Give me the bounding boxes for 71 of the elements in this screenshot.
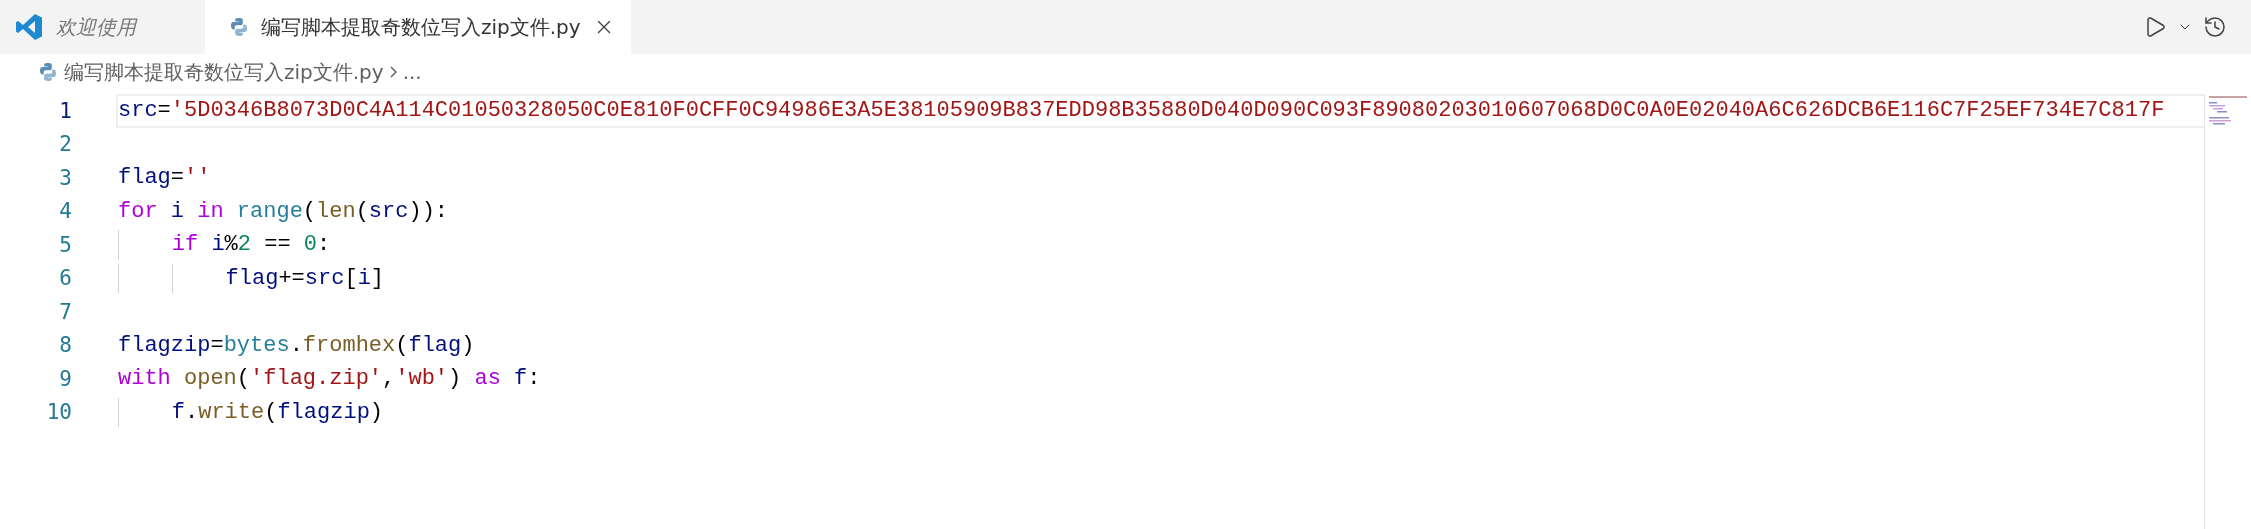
code-token: flagzip (277, 399, 370, 425)
code-token: 0 (303, 232, 318, 258)
code-token: '5D0346B8073D0C4A114C01050328050C0E810F0CFF0C94986E3A5E38105909B837EDD98B35880D040D090C093F89080203010607068D0C0A0E02040A6C626DCB6E116C7F25EF734E7C817F (170, 98, 2165, 124)
history-button[interactable] (2203, 15, 2227, 39)
line-number: 1 (58, 98, 72, 123)
code-token: ) (448, 366, 463, 392)
code-token: len (316, 198, 356, 224)
code-token: ( (355, 198, 369, 224)
code-token: 'flag.zip' (250, 366, 383, 392)
code-token: . (289, 332, 303, 358)
code-token: '' (184, 165, 211, 191)
code-token: as (474, 366, 502, 392)
code-token: flag (408, 332, 462, 358)
code-token: flag (225, 265, 279, 291)
line-number: 8 (58, 333, 72, 358)
python-icon (38, 62, 58, 82)
code-token: with (118, 366, 172, 392)
code-token: fromhex (302, 332, 396, 358)
code-token: [ (344, 265, 358, 291)
code-token: src (118, 98, 158, 124)
code-token: , (382, 366, 396, 392)
code-token: ) (461, 332, 475, 358)
minimap-drawing (2209, 96, 2247, 125)
code-token: range (236, 198, 303, 224)
code-token: bytes (223, 332, 290, 358)
code-token: write (198, 399, 265, 425)
code-token: src (368, 198, 409, 224)
line-number: 6 (58, 266, 72, 291)
code-token: = (157, 98, 171, 124)
code-token: i (357, 265, 371, 291)
breadcrumb-item[interactable]: 编写脚本提取奇数位写入zip文件.py (64, 58, 384, 86)
code-token: flagzip (118, 332, 211, 358)
code-token: = (170, 165, 184, 191)
python-icon (229, 17, 249, 37)
code-token: for (118, 198, 159, 224)
code-token: if (171, 232, 200, 258)
code-token: flag (118, 165, 171, 191)
line-number: 4 (58, 199, 72, 224)
code-token: open (184, 366, 237, 392)
line-number: 5 (58, 232, 72, 257)
code-token: == (263, 232, 292, 258)
code-token: ] (370, 265, 385, 291)
line-number: 3 (58, 165, 72, 190)
code-token: in (197, 198, 225, 224)
code-token: i (211, 232, 225, 258)
code-token: ) (369, 399, 384, 425)
chevron-right-icon (389, 66, 397, 78)
editor-tab[interactable]: 编写脚本提取奇数位写入zip文件.py (205, 0, 631, 54)
code-token: src (304, 265, 345, 291)
code-token: )): (408, 198, 449, 224)
code-token: f (171, 399, 185, 425)
code-token: += (278, 265, 305, 291)
line-number: 10 (45, 400, 72, 425)
code-token: : (527, 366, 541, 392)
code-token: : (317, 232, 331, 258)
code-token: i (170, 198, 185, 224)
code-token: % (224, 232, 238, 258)
breadcrumb-item[interactable]: ... (402, 60, 422, 84)
line-number: 9 (58, 366, 72, 391)
code-token: ( (395, 332, 409, 358)
code-token: . (185, 399, 199, 425)
code-token: ( (302, 198, 317, 224)
code-token: ( (236, 366, 251, 392)
code-token: = (210, 332, 224, 358)
code-editor-logo-icon (14, 12, 44, 42)
code-token: ( (264, 399, 278, 425)
code-token: 'wb' (395, 366, 449, 392)
line-number: 7 (58, 299, 72, 324)
line-number: 2 (58, 132, 72, 157)
code-token: 2 (237, 232, 251, 258)
code-token: f (514, 366, 528, 392)
